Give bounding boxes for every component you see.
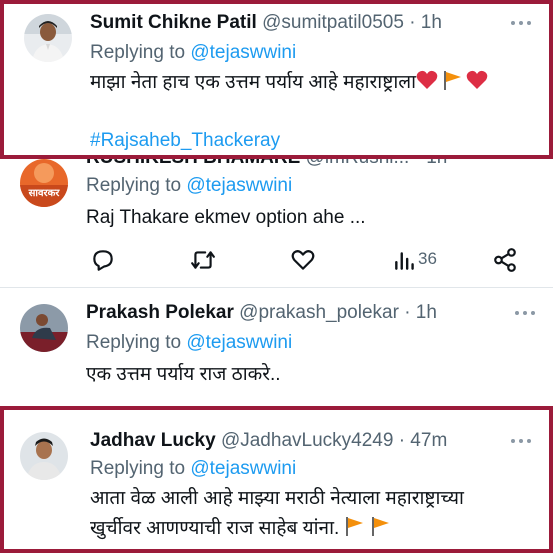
views-icon[interactable]	[392, 247, 418, 273]
replying-label: Replying to	[86, 332, 182, 353]
tweet-card-4[interactable]: Jadhav Lucky @JadhavLucky4249 · 47m Repl…	[0, 406, 553, 553]
mention-link[interactable]: @tejaswwini	[190, 42, 296, 63]
more-icon[interactable]	[515, 310, 535, 316]
more-icon[interactable]	[511, 438, 531, 444]
red-flag-emoji	[372, 517, 390, 536]
display-name[interactable]: RUSHIKESH BHAMARE	[86, 159, 300, 168]
like-icon[interactable]	[290, 247, 316, 273]
timestamp[interactable]: · 1h	[409, 12, 442, 33]
red-heart-emoji	[466, 70, 488, 89]
tweet-text: माझा नेता हाच एक उत्तम पर्याय आहे महाराष…	[90, 68, 488, 98]
timestamp[interactable]: · 1h	[404, 302, 437, 323]
more-icon[interactable]	[511, 20, 531, 26]
mention-link[interactable]: @tejaswwini	[186, 332, 292, 353]
user-handle[interactable]: @imRushi...	[306, 159, 410, 168]
replying-label: Replying to	[90, 458, 186, 479]
avatar-caption: सावरकर	[28, 188, 60, 199]
red-heart-emoji	[416, 70, 438, 89]
tweet-card-1[interactable]: Sumit Chikne Patil @sumitpatil0505 · 1h …	[0, 0, 553, 159]
tweet-header: Sumit Chikne Patil @sumitpatil0505 · 1h	[90, 12, 442, 34]
display-name[interactable]: Prakash Polekar	[86, 302, 234, 323]
replying-to: Replying to @tejaswwini	[90, 42, 296, 64]
timestamp[interactable]: · 1h	[415, 159, 448, 168]
replying-label: Replying to	[90, 42, 186, 63]
share-icon[interactable]	[492, 247, 518, 273]
tweet-text-line-1: आता वेळ आली आहे माझ्या मराठी नेत्याला मह…	[90, 488, 464, 509]
tweet-header: Prakash Polekar @prakash_polekar · 1h	[86, 302, 437, 324]
user-handle[interactable]: @prakash_polekar	[239, 302, 399, 323]
red-flag-emoji	[444, 71, 462, 90]
retweet-icon[interactable]	[190, 247, 216, 273]
replying-to: Replying to @tejaswwini	[86, 175, 292, 197]
tweet-text-line-2: खुर्चीवर आणण्याची राज साहेब यांना.🚩🚩	[90, 514, 391, 544]
hashtag-link[interactable]: #Rajsaheb_Thackeray	[90, 126, 280, 155]
mention-link[interactable]: @tejaswwini	[190, 458, 296, 479]
tweet-text: Raj Thakare ekmev option ahe ...	[86, 207, 366, 228]
tweet-card-2[interactable]: सावरकर RUSHIKESH BHAMARE @imRushi... · 1…	[0, 159, 553, 287]
tweet-text-body: माझा नेता हाच एक उत्तम पर्याय आहे महाराष…	[90, 72, 417, 93]
tweet-header: Jadhav Lucky @JadhavLucky4249 · 47m	[90, 430, 447, 452]
avatar[interactable]: सावरकर	[20, 159, 68, 207]
views-count: 36	[418, 249, 437, 268]
tweet-header: RUSHIKESH BHAMARE @imRushi... · 1h	[86, 159, 447, 169]
display-name[interactable]: Jadhav Lucky	[90, 430, 216, 451]
replying-to: Replying to @tejaswwini	[86, 332, 292, 354]
tweet-text: एक उत्तम पर्याय राज ठाकरे..	[86, 364, 281, 385]
user-handle[interactable]: @sumitpatil0505	[262, 12, 404, 33]
reply-icon[interactable]	[90, 247, 116, 273]
replying-label: Replying to	[86, 175, 182, 196]
display-name[interactable]: Sumit Chikne Patil	[90, 12, 257, 33]
tweet-card-3[interactable]: Prakash Polekar @prakash_polekar · 1h Re…	[0, 288, 553, 406]
replying-to: Replying to @tejaswwini	[90, 458, 296, 480]
timestamp[interactable]: · 47m	[399, 430, 448, 451]
avatar[interactable]	[24, 14, 72, 62]
mention-link[interactable]: @tejaswwini	[186, 175, 292, 196]
user-handle[interactable]: @JadhavLucky4249	[221, 430, 393, 451]
avatar[interactable]	[20, 304, 68, 352]
avatar[interactable]	[20, 432, 68, 480]
red-flag-emoji	[346, 517, 364, 536]
tweet-text-body: खुर्चीवर आणण्याची राज साहेब यांना.	[90, 518, 340, 539]
